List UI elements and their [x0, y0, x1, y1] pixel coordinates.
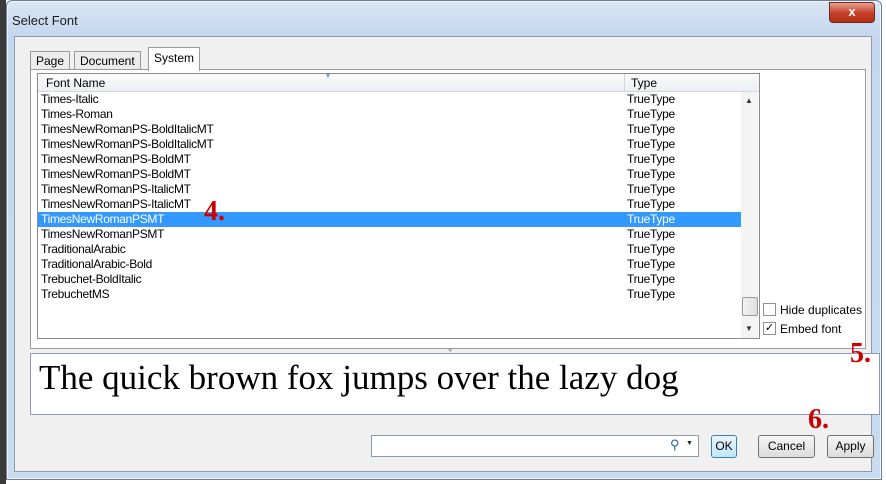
column-header-type[interactable]: Type	[631, 76, 657, 90]
chevron-down-icon[interactable]: ▼	[686, 440, 693, 447]
font-type-cell: TrueType	[627, 122, 675, 136]
font-type-cell: TrueType	[627, 182, 675, 196]
font-list-row[interactable]: TimesNewRomanPS-BoldMT TrueType	[38, 152, 741, 167]
font-list-row[interactable]: Times-Italic TrueType	[38, 92, 741, 107]
font-name-cell: TimesNewRomanPSMT	[41, 227, 165, 241]
font-name-cell: TimesNewRomanPS-BoldItalicMT	[41, 122, 214, 136]
font-list-row[interactable]: TimesNewRomanPS-ItalicMT TrueType	[38, 197, 741, 212]
font-type-cell: TrueType	[627, 272, 675, 286]
apply-button[interactable]: Apply	[827, 435, 874, 458]
font-list-row[interactable]: TrebuchetMS TrueType	[38, 287, 741, 302]
annotation-step-6: 6.	[808, 404, 829, 435]
font-type-cell: TrueType	[627, 137, 675, 151]
font-name-cell: TimesNewRomanPS-ItalicMT	[41, 197, 191, 211]
font-list-scrollbar[interactable]: ▲ ▼	[741, 92, 758, 338]
scroll-up-arrow-icon[interactable]: ▲	[745, 96, 753, 105]
font-type-cell: TrueType	[627, 257, 675, 271]
embed-font-checkbox[interactable]: ✓	[763, 322, 776, 336]
font-name-cell: TimesNewRomanPSMT	[41, 212, 165, 226]
font-type-cell: TrueType	[627, 287, 675, 301]
font-name-cell: TrebuchetMS	[41, 287, 110, 301]
font-list-row[interactable]: Trebuchet-BoldItalic TrueType	[38, 272, 741, 287]
font-list-row[interactable]: TimesNewRomanPSMT TrueType	[38, 227, 741, 242]
hide-duplicates-option[interactable]: Hide duplicates	[763, 302, 862, 318]
font-list-row[interactable]: TimesNewRomanPS-BoldItalicMT TrueType	[38, 137, 741, 152]
cancel-button[interactable]: Cancel	[758, 435, 815, 458]
font-type-cell: TrueType	[627, 92, 675, 106]
column-header-font-name[interactable]: Font Name	[46, 76, 105, 90]
font-list-row[interactable]: TimesNewRomanPS-BoldMT TrueType	[38, 167, 741, 182]
font-list-row[interactable]: TimesNewRomanPS-ItalicMT TrueType	[38, 182, 741, 197]
font-list-row[interactable]: TraditionalArabic-Bold TrueType	[38, 257, 741, 272]
close-button[interactable]: x	[829, 2, 875, 23]
ok-button[interactable]: OK	[711, 435, 737, 458]
font-name-cell: Trebuchet-BoldItalic	[41, 272, 142, 286]
font-list-row[interactable]: TraditionalArabic TrueType	[38, 242, 741, 257]
font-name-cell: Times-Roman	[41, 107, 113, 121]
search-icon[interactable]: ⚲	[670, 437, 680, 453]
hide-duplicates-checkbox[interactable]	[763, 303, 776, 317]
font-name-cell: TimesNewRomanPS-BoldMT	[41, 167, 191, 181]
font-list[interactable]: Font Name ▼ Type Times-Italic TrueType Tim…	[37, 73, 760, 339]
tab-system[interactable]: System	[148, 47, 201, 71]
font-name-cell: Times-Italic	[41, 92, 99, 106]
font-name-cell: TimesNewRomanPS-BoldMT	[41, 152, 191, 166]
font-name-cell: TraditionalArabic-Bold	[41, 257, 153, 271]
font-search-input[interactable]: ⚲ ▼	[371, 435, 699, 457]
font-list-rows: Times-Italic TrueType Times-Roman TrueType T…	[38, 92, 741, 302]
annotation-step-4: 4.	[204, 196, 225, 227]
font-type-cell: TrueType	[627, 167, 675, 181]
font-type-cell: TrueType	[627, 242, 675, 256]
embed-font-label: Embed font	[780, 322, 842, 336]
font-list-row[interactable]: TimesNewRomanPS-BoldItalicMT TrueType	[38, 122, 741, 137]
font-type-cell: TrueType	[627, 152, 675, 166]
font-name-cell: TimesNewRomanPS-ItalicMT	[41, 182, 191, 196]
font-preview-box: The quick brown fox jumps over the lazy …	[30, 353, 880, 415]
font-type-cell: TrueType	[627, 197, 675, 211]
font-name-cell: TimesNewRomanPS-BoldItalicMT	[41, 137, 214, 151]
font-list-row[interactable]: TimesNewRomanPSMT TrueType	[38, 212, 741, 227]
preview-text: The quick brown fox jumps over the lazy …	[39, 358, 679, 397]
scrollbar-thumb[interactable]	[742, 297, 758, 316]
column-divider[interactable]	[624, 74, 625, 91]
font-name-cell: TraditionalArabic	[41, 242, 126, 256]
hide-duplicates-label: Hide duplicates	[780, 303, 863, 317]
title-bar[interactable]: Select Font x	[7, 1, 881, 37]
font-type-cell: TrueType	[627, 212, 675, 226]
font-list-row[interactable]: Times-Roman TrueType	[38, 107, 741, 122]
scroll-down-arrow-icon[interactable]: ▼	[745, 324, 753, 333]
tab-document[interactable]: Document	[74, 51, 141, 70]
font-list-header: Font Name ▼ Type	[38, 74, 759, 92]
tab-page[interactable]: Page	[30, 51, 71, 70]
font-type-cell: TrueType	[627, 227, 675, 241]
dialog-title: Select Font	[12, 13, 78, 28]
font-type-cell: TrueType	[627, 107, 675, 121]
annotation-step-5: 5.	[850, 338, 871, 369]
system-tab-panel: Font Name ▼ Type Times-Italic TrueType Tim…	[30, 69, 866, 349]
sort-indicator-icon: ▼	[324, 73, 332, 80]
embed-font-option[interactable]: ✓ Embed font	[763, 321, 841, 337]
